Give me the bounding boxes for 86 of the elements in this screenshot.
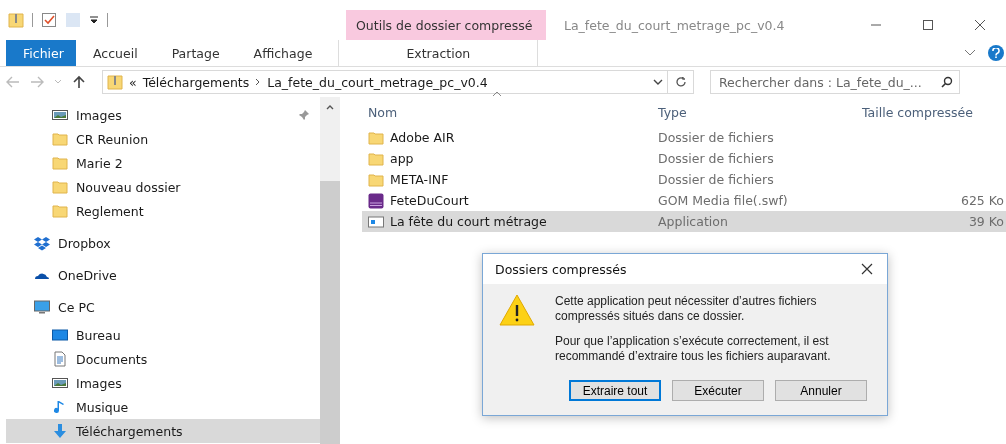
swf-file-icon — [368, 192, 384, 209]
breadcrumb[interactable]: Téléchargements — [142, 74, 250, 90]
up-button[interactable] — [72, 75, 86, 89]
sort-ascending-icon — [492, 91, 502, 97]
ribbon-tab[interactable]: Affichage — [236, 40, 330, 66]
file-row[interactable]: app Dossier de fichiers — [362, 148, 1006, 169]
window-title: La_fete_du_court_metrage_pc_v0.4 — [563, 16, 786, 35]
dialog-button[interactable]: Annuler — [775, 380, 867, 401]
sidebar-item[interactable]: Musique — [6, 395, 320, 419]
ribbon-tab[interactable]: Extraction — [338, 40, 539, 66]
sidebar-item[interactable]: Reglement — [6, 199, 320, 223]
folder-icon — [368, 150, 384, 167]
file-type: Dossier de fichiers — [657, 151, 775, 166]
file-row[interactable]: FeteDuCourt GOM Media file(.swf) 625 Ko — [362, 190, 1006, 211]
computer-icon — [34, 299, 50, 315]
folder-icon — [368, 171, 384, 188]
search-field[interactable]: Rechercher dans : La_fete_du_... — [710, 70, 960, 94]
context-tab-group-label: Outils de dossier compressé — [346, 10, 546, 40]
zip-folder-icon — [107, 74, 123, 90]
dialog-message: Cette application peut nécessiter d’autres fichiers compressés situés dans ce dossier. — [555, 294, 818, 324]
column-header[interactable]: Type — [652, 100, 856, 124]
folder-icon — [52, 203, 68, 219]
customize-dropdown-icon[interactable] — [89, 15, 99, 25]
file-name: Adobe AIR — [390, 130, 455, 145]
ribbon-tab[interactable]: Accueil — [76, 40, 155, 66]
breadcrumb-separator-icon — [255, 78, 262, 86]
file-type: Dossier de fichiers — [657, 172, 775, 187]
file-name: app — [390, 151, 414, 166]
file-name: FeteDuCourt — [390, 193, 469, 208]
dialog-button[interactable]: Extraire tout — [569, 380, 661, 401]
file-type: Dossier de fichiers — [657, 130, 775, 145]
sidebar-item[interactable]: Bureau — [6, 323, 320, 347]
sidebar-item[interactable]: Marie 2 — [6, 151, 320, 175]
sidebar-item[interactable]: CR Reunion — [6, 127, 320, 151]
sidebar-item[interactable]: Images — [6, 103, 320, 127]
address-bar[interactable]: « Téléchargements La_fete_du_court_metrage_pc_v0.4 — [102, 70, 668, 94]
desktop-icon — [52, 327, 68, 343]
folder-icon — [52, 155, 68, 171]
sidebar-item[interactable]: OneDrive — [6, 259, 320, 291]
search-icon — [941, 76, 953, 88]
warning-icon — [499, 294, 535, 326]
file-row[interactable]: Adobe AIR Dossier de fichiers — [362, 127, 1006, 148]
scroll-up-icon[interactable] — [326, 104, 334, 110]
picture-icon — [52, 375, 68, 391]
sidebar-item[interactable]: Documents — [6, 347, 320, 371]
help-icon[interactable] — [988, 45, 1004, 61]
application-icon — [368, 213, 384, 230]
ribbon-tab[interactable]: Partage — [154, 40, 237, 66]
scrollbar[interactable] — [320, 97, 340, 444]
refresh-icon — [674, 76, 687, 88]
sidebar-item[interactable]: Images — [6, 371, 320, 395]
overflow-chevron[interactable]: « — [129, 74, 137, 90]
close-icon — [974, 19, 986, 31]
dialog-button[interactable]: Exécuter — [672, 380, 764, 401]
download-arrow-icon — [52, 423, 68, 439]
column-header[interactable]: Nom — [362, 100, 652, 124]
folder-icon — [52, 131, 68, 147]
file-name: META-INF — [390, 172, 449, 187]
file-size: 625 Ko — [959, 193, 1005, 208]
sidebar-item[interactable]: Téléchargements — [6, 419, 320, 443]
expand-ribbon-chevron-icon[interactable] — [964, 49, 976, 57]
dialog-message: Pour que l’application s’exécute correctement, il est recommandé d’extraire tous les fichiers auparavant. — [555, 334, 832, 364]
sidebar-item[interactable]: Nouveau dossier — [6, 175, 320, 199]
dropbox-icon — [34, 235, 50, 251]
properties-check-icon[interactable] — [41, 12, 57, 28]
file-row[interactable]: META-INF Dossier de fichiers — [362, 169, 1006, 190]
breadcrumb[interactable]: La_fete_du_court_metrage_pc_v0.4 — [267, 74, 488, 90]
dialog-title: Dossiers compressés — [495, 261, 628, 277]
ribbon-tab[interactable]: Fichier — [6, 40, 76, 66]
refresh-button[interactable] — [668, 70, 694, 94]
dropdown-chevron-icon[interactable] — [653, 78, 663, 86]
file-type: Application — [657, 214, 729, 229]
close-icon — [861, 263, 873, 275]
column-header[interactable]: Taille compressée — [856, 100, 1006, 124]
file-size: 39 Ko — [967, 214, 1005, 229]
zip-folder-icon[interactable] — [8, 12, 24, 28]
file-type: GOM Media file(.swf) — [657, 193, 789, 208]
maximize-icon — [922, 19, 934, 31]
folder-icon — [368, 129, 384, 146]
file-name: La fête du court métrage — [390, 214, 547, 229]
document-icon — [52, 351, 68, 367]
file-row[interactable]: La fête du court métrage Application 39 Ko — [362, 211, 1006, 232]
sidebar-item[interactable]: Dropbox — [6, 227, 320, 259]
folder-icon — [52, 179, 68, 195]
picture-icon — [52, 107, 68, 123]
sidebar-item[interactable]: Ce PC — [6, 291, 320, 323]
